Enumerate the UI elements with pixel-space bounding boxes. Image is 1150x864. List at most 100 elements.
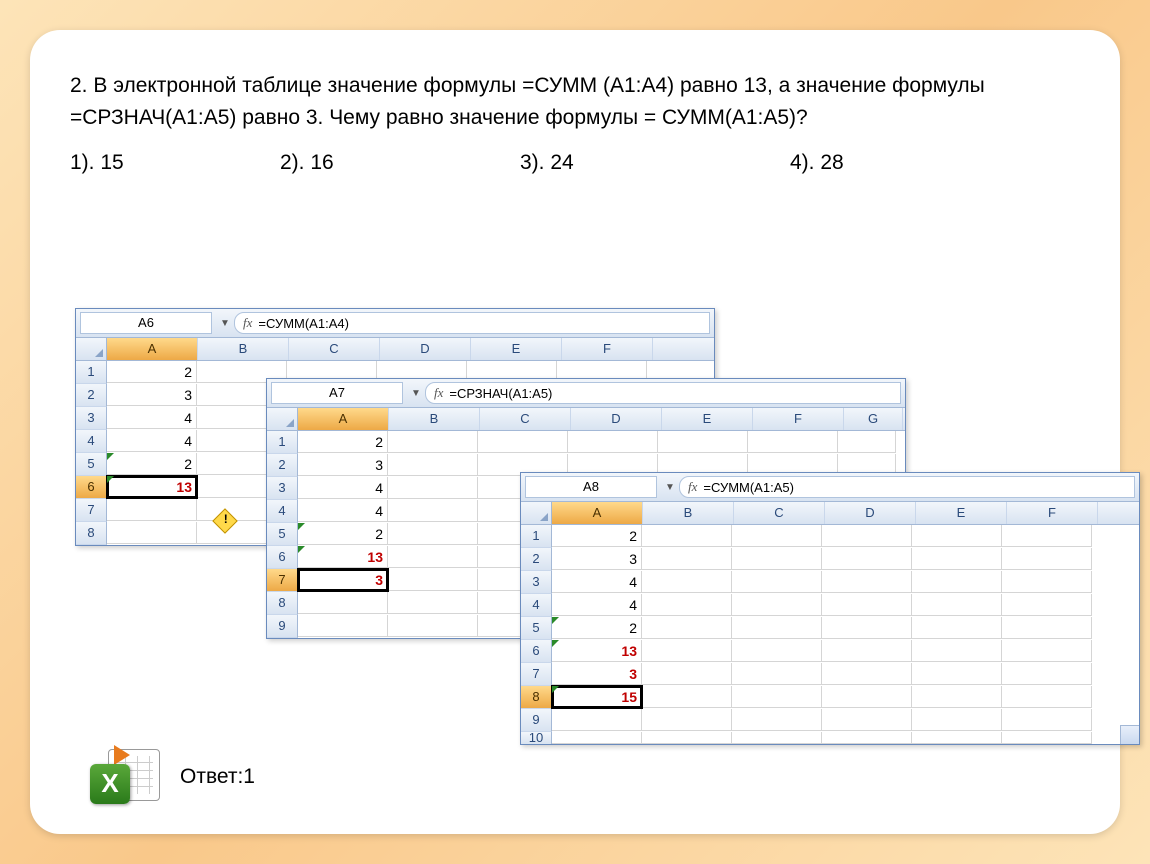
cell[interactable] — [732, 525, 822, 547]
cell[interactable] — [388, 454, 478, 476]
col-header-d[interactable]: D — [380, 338, 471, 360]
cell[interactable] — [822, 640, 912, 662]
cell[interactable]: 4 — [552, 594, 642, 616]
cell[interactable] — [388, 523, 478, 545]
fx-icon[interactable]: fx — [688, 479, 697, 495]
cell[interactable] — [642, 732, 732, 744]
cell[interactable]: 13 — [552, 640, 642, 662]
cell-active[interactable]: 3 — [298, 569, 388, 591]
col-header-a[interactable]: A — [298, 408, 389, 430]
cell[interactable] — [552, 709, 642, 731]
cell[interactable] — [1002, 571, 1092, 593]
cell[interactable]: 4 — [107, 407, 197, 429]
col-header-b[interactable]: B — [389, 408, 480, 430]
col-header-g[interactable]: G — [844, 408, 903, 430]
cell[interactable] — [912, 571, 1002, 593]
row-header[interactable]: 3 — [76, 407, 107, 430]
col-header-d[interactable]: D — [825, 502, 916, 524]
cell[interactable] — [388, 431, 478, 453]
cell[interactable] — [388, 615, 478, 637]
row-header[interactable]: 1 — [76, 361, 107, 384]
cell[interactable] — [822, 732, 912, 744]
col-header-f[interactable]: F — [562, 338, 653, 360]
row-header[interactable]: 10 — [521, 732, 552, 744]
row-header[interactable]: 7 — [521, 663, 552, 686]
cell[interactable] — [912, 617, 1002, 639]
cell[interactable] — [912, 709, 1002, 731]
cell[interactable] — [912, 548, 1002, 570]
cell[interactable] — [1002, 617, 1092, 639]
col-header-c[interactable]: C — [480, 408, 571, 430]
cell[interactable]: 2 — [552, 617, 642, 639]
cell[interactable] — [748, 431, 838, 453]
cell[interactable] — [1002, 686, 1092, 708]
cell[interactable] — [912, 663, 1002, 685]
col-header-f[interactable]: F — [753, 408, 844, 430]
cell[interactable]: 2 — [298, 431, 388, 453]
cell[interactable] — [642, 594, 732, 616]
col-header-c[interactable]: C — [734, 502, 825, 524]
col-header-e[interactable]: E — [916, 502, 1007, 524]
cell[interactable] — [1002, 594, 1092, 616]
name-box[interactable]: A7 — [271, 382, 403, 404]
cell[interactable] — [107, 499, 197, 521]
cell[interactable] — [732, 686, 822, 708]
name-box[interactable]: A8 — [525, 476, 657, 498]
cell[interactable] — [478, 431, 568, 453]
col-header-b[interactable]: B — [643, 502, 734, 524]
row-header[interactable]: 1 — [267, 431, 298, 454]
cell[interactable] — [732, 594, 822, 616]
cell[interactable]: 4 — [298, 477, 388, 499]
col-header-e[interactable]: E — [471, 338, 562, 360]
cell[interactable] — [642, 686, 732, 708]
cell[interactable] — [822, 663, 912, 685]
row-header[interactable]: 2 — [76, 384, 107, 407]
row-header[interactable]: 3 — [521, 571, 552, 594]
cell[interactable] — [822, 686, 912, 708]
name-box-dropdown-icon[interactable]: ▼ — [216, 318, 234, 329]
row-header[interactable]: 8 — [267, 592, 298, 615]
cell[interactable] — [1002, 709, 1092, 731]
cell[interactable] — [1002, 663, 1092, 685]
cell[interactable] — [732, 571, 822, 593]
cell[interactable] — [642, 640, 732, 662]
cell[interactable] — [298, 592, 388, 614]
row-header[interactable]: 3 — [267, 477, 298, 500]
select-all-corner[interactable] — [76, 338, 107, 360]
col-header-c[interactable]: C — [289, 338, 380, 360]
cell-active[interactable]: 15 — [552, 686, 642, 708]
cell[interactable] — [107, 522, 197, 544]
col-header-b[interactable]: B — [198, 338, 289, 360]
cell[interactable] — [298, 615, 388, 637]
name-box[interactable]: A6 — [80, 312, 212, 334]
cell[interactable] — [912, 732, 1002, 744]
cell[interactable]: 2 — [107, 361, 197, 383]
cell[interactable] — [732, 548, 822, 570]
cell[interactable]: 3 — [298, 454, 388, 476]
row-header[interactable]: 7 — [76, 499, 107, 522]
row-header[interactable]: 1 — [521, 525, 552, 548]
row-header[interactable]: 9 — [267, 615, 298, 638]
row-header[interactable]: 5 — [267, 523, 298, 546]
cell[interactable]: 4 — [552, 571, 642, 593]
cell[interactable] — [642, 663, 732, 685]
cell[interactable] — [388, 592, 478, 614]
cell[interactable] — [912, 525, 1002, 547]
col-header-a[interactable]: A — [552, 502, 643, 524]
select-all-corner[interactable] — [267, 408, 298, 430]
cell[interactable] — [388, 500, 478, 522]
cell[interactable]: 3 — [552, 663, 642, 685]
cell[interactable] — [568, 431, 658, 453]
cell[interactable]: 4 — [298, 500, 388, 522]
cell[interactable] — [388, 569, 478, 591]
cell[interactable] — [732, 617, 822, 639]
row-header[interactable]: 6 — [267, 546, 298, 569]
cell[interactable]: 3 — [107, 384, 197, 406]
cell[interactable] — [1002, 525, 1092, 547]
cell[interactable] — [388, 477, 478, 499]
formula-input[interactable]: fx =СУММ(A1:A5) — [679, 476, 1135, 498]
cell[interactable] — [658, 431, 748, 453]
cell[interactable] — [912, 686, 1002, 708]
select-all-corner[interactable] — [521, 502, 552, 524]
row-header[interactable]: 4 — [76, 430, 107, 453]
